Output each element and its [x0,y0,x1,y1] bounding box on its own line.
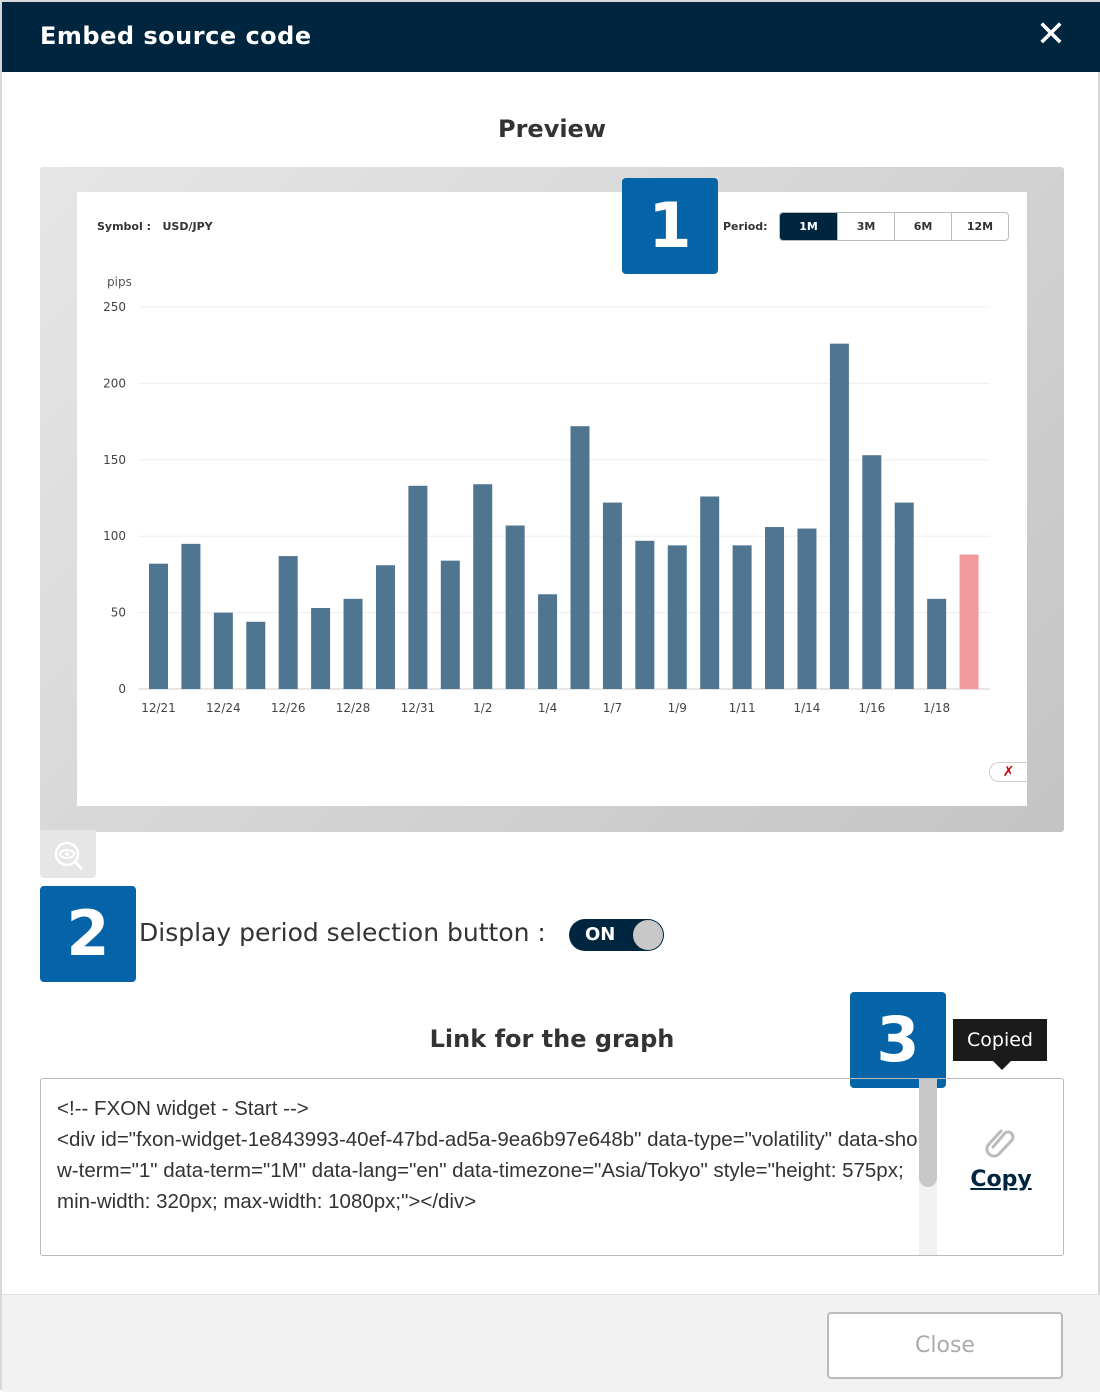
preview-title: Preview [497,115,607,143]
x-tick-label: 1/2 [473,701,492,715]
y-tick-label: 200 [103,376,126,390]
copied-tooltip: Copied [953,1019,1047,1070]
x-tick-label: 1/7 [603,701,622,715]
bar [927,598,947,689]
bar [440,560,460,689]
bar [700,496,720,689]
x-tick-label: 12/28 [336,701,371,715]
copy-button[interactable]: Copy [961,1123,1041,1192]
period-button-toggle[interactable]: ON [569,919,664,951]
y-axis-label: pips [107,275,132,289]
y-tick-label: 100 [103,529,126,543]
bar [375,565,395,689]
dialog-title: Embed source code [40,22,312,50]
link-title: Link for the graph [429,1025,675,1053]
toggle-knob [633,920,663,950]
eye-magnifier-icon [54,841,84,871]
x-tick-label: 12/21 [141,701,176,715]
x-tick-label: 1/16 [858,701,885,715]
y-tick-label: 50 [111,606,126,620]
dialog-header: Embed source code ✕ [2,2,1100,72]
x-tick-label: 12/26 [271,701,306,715]
x-tick-label: 1/18 [923,701,950,715]
volatility-bar-chart: pips 0 50 100 150 200 250 12/21 12/24 12/26 12/28 1… [103,275,990,715]
bar [181,543,201,689]
scrollbar-thumb[interactable] [919,1079,937,1187]
bar [635,540,655,689]
bar [213,612,233,689]
bar [570,426,590,689]
x-tick-label: 1/4 [538,701,557,715]
bar [667,545,687,689]
bar [765,527,785,689]
period-button-option-label: Display period selection button : [139,918,546,947]
bar [408,485,428,689]
bar [602,502,622,689]
bar [862,455,882,689]
preview-zoom-tab[interactable] [40,830,96,878]
fxon-logo[interactable]: ✗ [989,762,1027,782]
x-tick-label: 1/11 [729,701,756,715]
x-tick-label: 1/9 [668,701,687,715]
bar [343,598,363,689]
bar [959,554,979,689]
y-tick-label: 150 [103,453,126,467]
bar [797,528,817,689]
x-tick-label: 12/24 [206,701,241,715]
close-button[interactable]: Close [827,1312,1063,1379]
step-badge-1: 1 [622,178,718,274]
bar [829,343,849,689]
bar [473,484,493,689]
bar [894,502,914,689]
toggle-state: ON [585,924,616,945]
chart-widget: Symbol : USD/JPY Period: 1M 3M 6M 12M pi… [77,192,1027,806]
y-tick-label: 0 [118,682,126,696]
bar [278,556,298,689]
embed-code-text[interactable]: <!-- FXON widget - Start --> <div id="fx… [57,1093,919,1217]
bar [149,563,168,689]
y-tick-label: 250 [103,300,126,314]
paperclip-icon [985,1129,1015,1158]
copy-label: Copy [970,1167,1032,1192]
step-badge-2: 2 [40,886,136,982]
x-tick-label: 1/14 [793,701,820,715]
close-icon[interactable]: ✕ [1036,14,1066,55]
code-scrollbar[interactable] [919,1079,937,1255]
bar [311,608,331,689]
x-tick-label: 12/31 [401,701,436,715]
dialog-footer: Close [2,1294,1100,1392]
bar [246,621,266,689]
bar [538,594,558,689]
embed-code-box: <!-- FXON widget - Start --> <div id="fx… [40,1078,1064,1256]
bar [505,525,525,689]
bar [732,545,752,689]
